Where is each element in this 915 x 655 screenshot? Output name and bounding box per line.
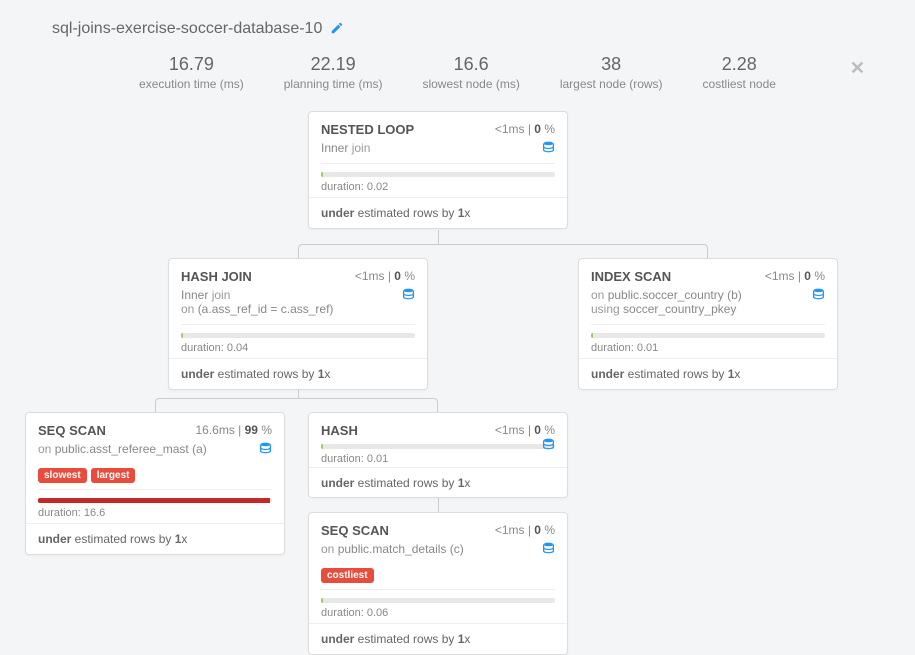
tag-slowest: slowest xyxy=(38,468,87,483)
database-icon xyxy=(542,542,555,557)
page-title: sql-joins-exercise-soccer-database-10 xyxy=(52,20,322,38)
node-metrics: <1ms | 0 % xyxy=(495,122,555,137)
database-icon xyxy=(812,288,825,303)
stats-row: 16.79 execution time (ms) 22.19 planning… xyxy=(0,46,915,111)
tag-largest: largest xyxy=(91,468,136,483)
node-title: SEQ SCAN xyxy=(38,423,106,438)
node-footer: under estimated rows by 1x xyxy=(169,358,427,389)
close-icon[interactable]: ✕ xyxy=(850,58,865,79)
node-footer: under estimated rows by 1x xyxy=(309,467,567,498)
node-footer: under estimated rows by 1x xyxy=(309,623,567,654)
node-hash[interactable]: HASH <1ms | 0 % duration: 0.01 under est… xyxy=(308,412,568,498)
node-footer: under estimated rows by 1x xyxy=(26,523,284,554)
node-title: SEQ SCAN xyxy=(321,523,389,538)
node-metrics: <1ms | 0 % xyxy=(495,523,555,538)
node-title: INDEX SCAN xyxy=(591,269,671,284)
node-subtitle: duration: 0.01 xyxy=(309,444,567,467)
duration-bar: duration: 0.02 xyxy=(309,164,567,197)
database-icon xyxy=(542,141,555,156)
node-title: HASH xyxy=(321,423,358,438)
node-subtitle: Inner join xyxy=(309,141,567,163)
duration-bar: duration: 0.04 xyxy=(169,325,427,358)
node-seq-scan-2[interactable]: SEQ SCAN <1ms | 0 % on public.match_deta… xyxy=(308,512,568,655)
node-index-scan[interactable]: INDEX SCAN <1ms | 0 % on public.soccer_c… xyxy=(578,258,838,390)
node-subtitle: on public.match_details (c) xyxy=(309,542,567,564)
node-title: HASH JOIN xyxy=(181,269,252,284)
node-footer: under estimated rows by 1x xyxy=(579,358,837,389)
node-metrics: <1ms | 0 % xyxy=(355,269,415,284)
stat-costliest-node: 2.28 costliest node xyxy=(703,54,776,91)
edit-icon[interactable] xyxy=(330,21,344,38)
database-icon xyxy=(259,442,272,457)
page-header: sql-joins-exercise-soccer-database-10 xyxy=(0,0,915,46)
connector-line xyxy=(298,244,708,258)
plan-canvas: NESTED LOOP <1ms | 0 % Inner join durati… xyxy=(0,111,915,641)
node-hash-join[interactable]: HASH JOIN <1ms | 0 % Inner join on (a.as… xyxy=(168,258,428,390)
database-icon xyxy=(542,438,555,453)
node-subtitle: Inner join on (a.ass_ref_id = c.ass_ref) xyxy=(169,288,427,324)
stat-slowest-node: 16.6 slowest node (ms) xyxy=(422,54,519,91)
stat-largest-node: 38 largest node (rows) xyxy=(560,54,663,91)
tag-costliest: costliest xyxy=(321,568,374,583)
duration-bar: duration: 16.6 xyxy=(26,490,284,523)
duration-bar: duration: 0.06 xyxy=(309,590,567,623)
node-title: NESTED LOOP xyxy=(321,122,414,137)
node-metrics: 16.6ms | 99 % xyxy=(195,423,272,438)
node-subtitle: on public.soccer_country (b) using socce… xyxy=(579,288,837,324)
connector-line xyxy=(155,398,438,412)
node-subtitle: on public.asst_referee_mast (a) xyxy=(26,442,284,464)
stat-planning-time: 22.19 planning time (ms) xyxy=(284,54,383,91)
node-footer: under estimated rows by 1x xyxy=(309,197,567,228)
connector-line xyxy=(438,498,439,512)
node-nested-loop[interactable]: NESTED LOOP <1ms | 0 % Inner join durati… xyxy=(308,111,568,229)
database-icon xyxy=(402,288,415,303)
connector-line xyxy=(438,230,439,244)
stat-execution-time: 16.79 execution time (ms) xyxy=(139,54,244,91)
node-seq-scan-1[interactable]: SEQ SCAN 16.6ms | 99 % on public.asst_re… xyxy=(25,412,285,555)
node-metrics: <1ms | 0 % xyxy=(765,269,825,284)
node-metrics: <1ms | 0 % xyxy=(495,423,555,438)
duration-bar: duration: 0.01 xyxy=(579,325,837,358)
